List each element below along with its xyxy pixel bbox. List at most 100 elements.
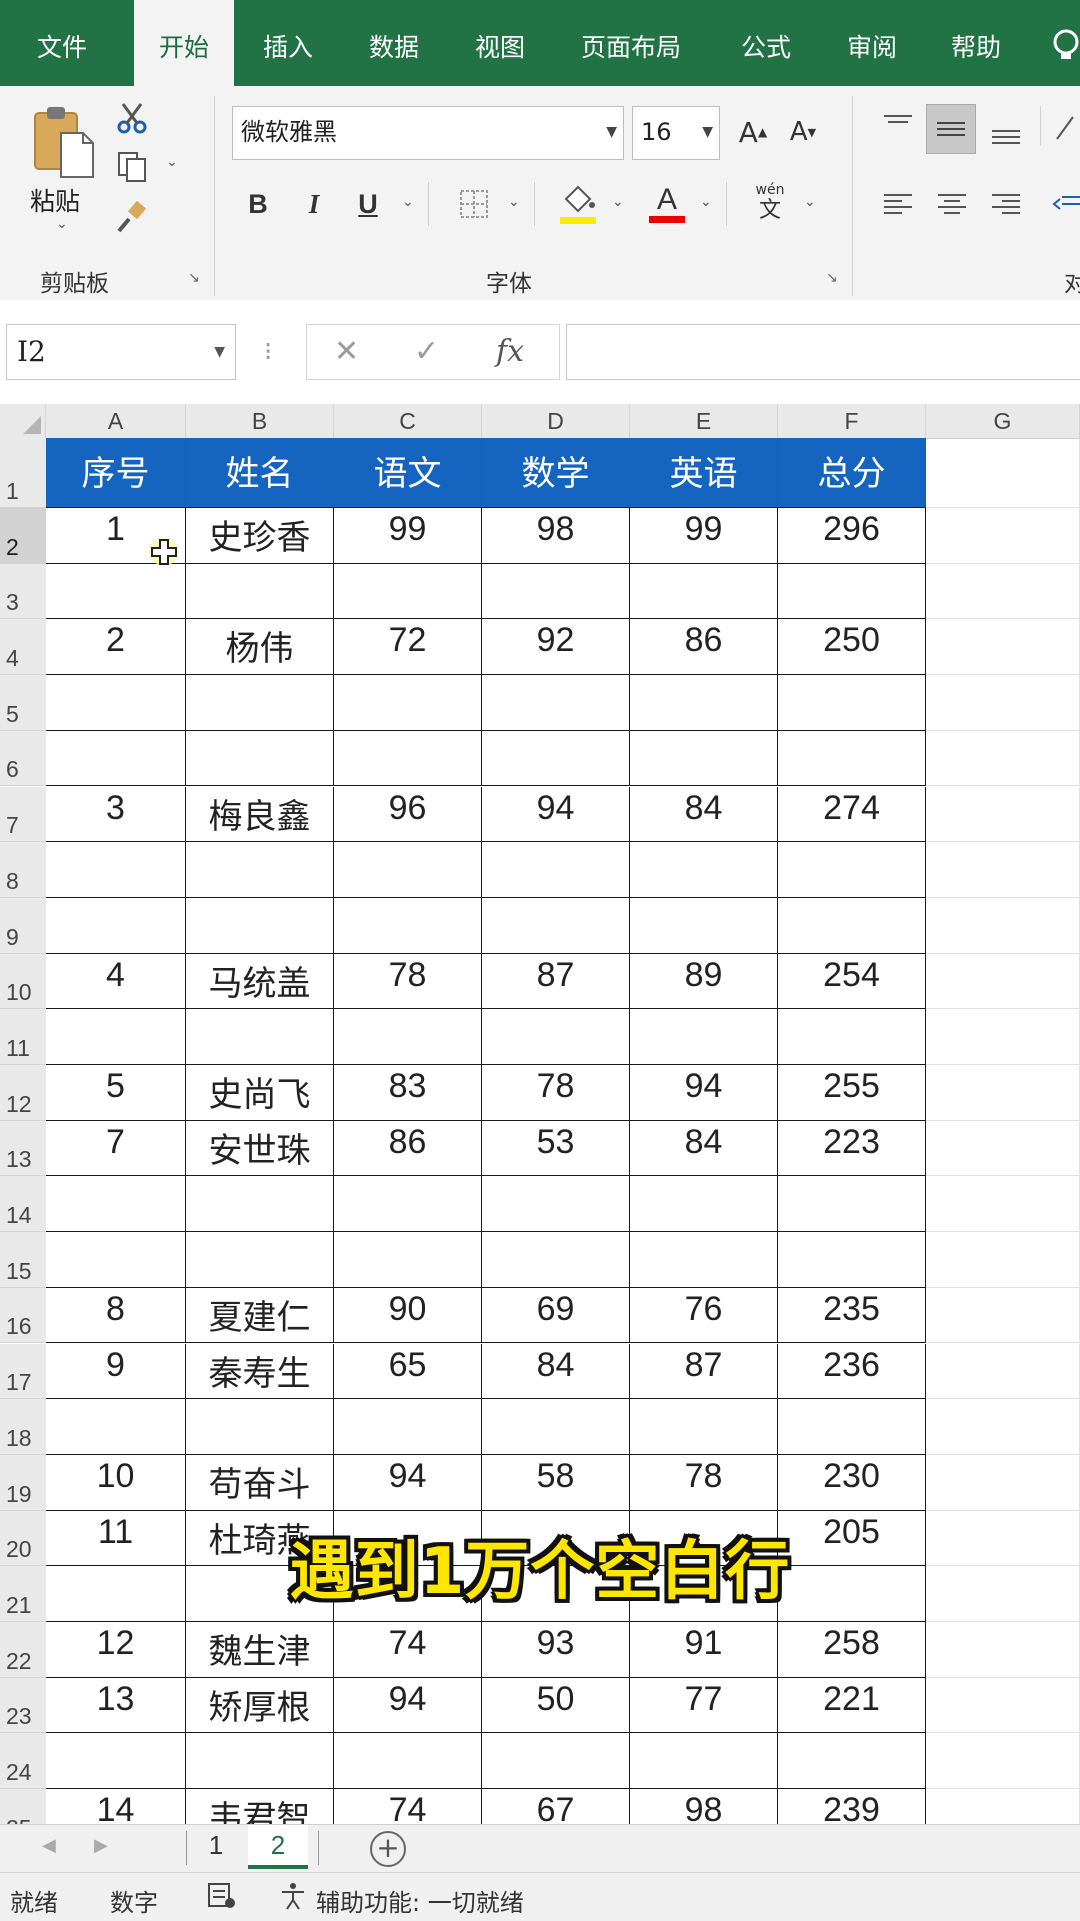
cell-g2[interactable] — [926, 508, 1080, 564]
add-sheet-icon[interactable]: + — [370, 1831, 406, 1867]
copy-dropdown-icon[interactable]: ⌄ — [166, 154, 178, 170]
tab-file[interactable]: 文件 — [10, 0, 114, 86]
cell-e22[interactable]: 91 — [630, 1622, 778, 1678]
cell-g6[interactable] — [926, 730, 1080, 787]
column-header-a[interactable]: A — [46, 404, 186, 438]
cell-c7[interactable]: 96 — [334, 786, 482, 843]
cell-c3[interactable] — [334, 563, 482, 620]
cell-f12[interactable]: 255 — [778, 1065, 926, 1121]
cell-b24[interactable] — [186, 1733, 334, 1790]
cell-f7[interactable]: 274 — [778, 786, 926, 843]
cell-a11[interactable] — [46, 1009, 186, 1065]
fill-color-dropdown-icon[interactable]: ⌄ — [612, 194, 624, 210]
cell-c10[interactable]: 78 — [334, 953, 482, 1010]
cell-e5[interactable] — [630, 675, 778, 731]
font-name-select[interactable]: 微软雅黑 ▼ — [232, 106, 624, 160]
cut-icon[interactable] — [112, 98, 152, 138]
cell-g1[interactable] — [926, 438, 1080, 508]
sheet-tab-1[interactable]: 1 — [196, 1825, 236, 1869]
font-color-dropdown-icon[interactable]: ⌄ — [700, 194, 712, 210]
cell-e2[interactable]: 99 — [630, 508, 778, 564]
cell-f10[interactable]: 254 — [778, 953, 926, 1010]
cell-a9[interactable] — [46, 897, 186, 954]
cell-g18[interactable] — [926, 1399, 1080, 1455]
scroll-left-icon[interactable]: ◀ — [42, 1835, 56, 1856]
cell-e10[interactable]: 89 — [630, 953, 778, 1010]
cell-b2[interactable]: 史珍香 — [186, 508, 334, 564]
cell-d24[interactable] — [482, 1733, 630, 1790]
cell-f9[interactable] — [778, 897, 926, 954]
cell-d7[interactable]: 94 — [482, 786, 630, 843]
cell-d10[interactable]: 87 — [482, 953, 630, 1010]
enter-formula-icon[interactable]: ✓ — [414, 324, 439, 380]
tab-formulas[interactable]: 公式 — [716, 0, 816, 86]
cell-c25[interactable]: 74 — [334, 1789, 482, 1824]
column-header-d[interactable]: D — [482, 404, 630, 438]
cell-a4[interactable]: 2 — [46, 619, 186, 676]
cell-f25[interactable]: 239 — [778, 1789, 926, 1824]
cell-c8[interactable] — [334, 842, 482, 898]
tab-help[interactable]: 帮助 — [928, 0, 1024, 86]
cell-g13[interactable] — [926, 1120, 1080, 1177]
cell-f14[interactable] — [778, 1176, 926, 1233]
cell-b25[interactable]: 韦君智 — [186, 1789, 334, 1824]
cell-g9[interactable] — [926, 897, 1080, 954]
cell-g23[interactable] — [926, 1677, 1080, 1734]
tab-page-layout[interactable]: 页面布局 — [566, 0, 696, 86]
cell-a12[interactable]: 5 — [46, 1065, 186, 1121]
more-options-icon[interactable]: ⁝ — [264, 324, 273, 380]
cell-e7[interactable]: 84 — [630, 786, 778, 843]
format-painter-icon[interactable] — [112, 198, 152, 238]
cell-c17[interactable]: 65 — [334, 1343, 482, 1400]
cell-b23[interactable]: 矫厚根 — [186, 1677, 334, 1734]
tab-view[interactable]: 视图 — [452, 0, 548, 86]
header-cell-f[interactable]: 总分 — [778, 438, 926, 508]
tab-home[interactable]: 开始 — [134, 0, 234, 86]
cell-e24[interactable] — [630, 1733, 778, 1790]
cell-e17[interactable]: 87 — [630, 1343, 778, 1400]
font-color-icon[interactable]: A — [646, 180, 688, 226]
cell-e4[interactable]: 86 — [630, 619, 778, 676]
row-header-13[interactable]: 13 — [0, 1120, 46, 1177]
header-cell-e[interactable]: 英语 — [630, 438, 778, 508]
header-cell-b[interactable]: 姓名 — [186, 438, 334, 508]
cell-d18[interactable] — [482, 1399, 630, 1455]
row-header-7[interactable]: 7 — [0, 786, 46, 843]
cell-a6[interactable] — [46, 730, 186, 787]
cell-c2[interactable]: 99 — [334, 508, 482, 564]
cell-f19[interactable]: 230 — [778, 1454, 926, 1511]
cell-e11[interactable] — [630, 1009, 778, 1065]
cell-a17[interactable]: 9 — [46, 1343, 186, 1400]
underline-button[interactable]: U — [350, 184, 386, 224]
align-center-icon[interactable] — [932, 186, 972, 222]
cell-a23[interactable]: 13 — [46, 1677, 186, 1734]
cell-b22[interactable]: 魏生津 — [186, 1622, 334, 1678]
cell-c6[interactable] — [334, 730, 482, 787]
cell-a13[interactable]: 7 — [46, 1120, 186, 1177]
row-header-2[interactable]: 2 — [0, 508, 46, 564]
cell-g7[interactable] — [926, 786, 1080, 843]
align-right-icon[interactable] — [986, 186, 1026, 222]
cell-c18[interactable] — [334, 1399, 482, 1455]
cell-e6[interactable] — [630, 730, 778, 787]
cell-b6[interactable] — [186, 730, 334, 787]
bold-button[interactable]: B — [240, 184, 276, 224]
cell-g10[interactable] — [926, 953, 1080, 1010]
row-header-24[interactable]: 24 — [0, 1733, 46, 1790]
cell-f16[interactable]: 235 — [778, 1287, 926, 1344]
column-header-c[interactable]: C — [334, 404, 482, 438]
cell-d17[interactable]: 84 — [482, 1343, 630, 1400]
row-header-11[interactable]: 11 — [0, 1009, 46, 1065]
cell-d22[interactable]: 93 — [482, 1622, 630, 1678]
cell-d25[interactable]: 67 — [482, 1789, 630, 1824]
name-box[interactable]: I2 ▼ — [6, 324, 236, 380]
row-header-9[interactable]: 9 — [0, 897, 46, 954]
cell-f6[interactable] — [778, 730, 926, 787]
cell-b19[interactable]: 苟奋斗 — [186, 1454, 334, 1511]
cell-g17[interactable] — [926, 1343, 1080, 1400]
cell-b12[interactable]: 史尚飞 — [186, 1065, 334, 1121]
cell-d15[interactable] — [482, 1232, 630, 1288]
cell-d2[interactable]: 98 — [482, 508, 630, 564]
cell-c4[interactable]: 72 — [334, 619, 482, 676]
cell-a14[interactable] — [46, 1176, 186, 1233]
